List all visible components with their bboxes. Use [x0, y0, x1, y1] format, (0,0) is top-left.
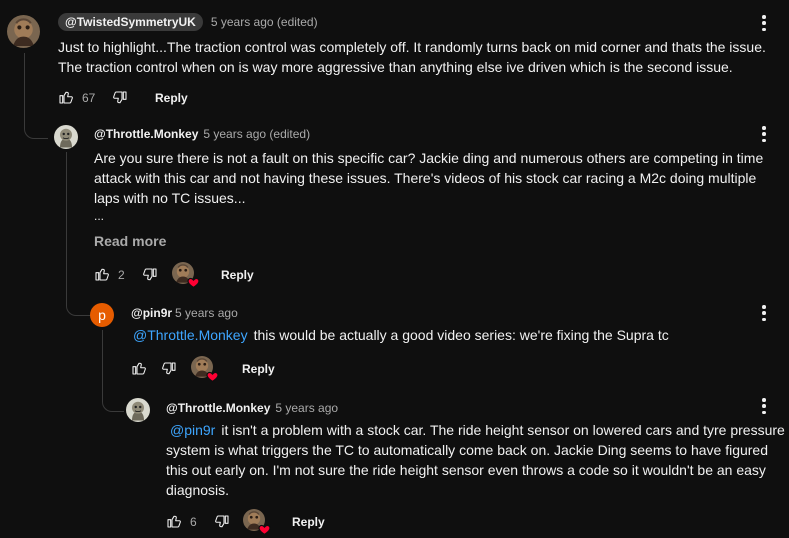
thread-line-deep [102, 330, 124, 412]
more-vert-icon [762, 398, 766, 402]
comment-line: The traction control when on is way more… [58, 59, 733, 75]
thumb-down-icon [161, 361, 177, 377]
reply-button[interactable]: Reply [155, 91, 188, 105]
comment-line: this would be actually a good video seri… [253, 327, 669, 343]
thumb-down-icon [142, 267, 158, 283]
comment-line: it isn't a problem with a stock car. The… [221, 422, 785, 438]
creator-heart-badge [191, 356, 215, 380]
like-button[interactable] [58, 89, 74, 105]
thread-line-nested [66, 152, 92, 316]
comment-line: system is what triggers the TC to automa… [166, 442, 769, 458]
creator-heart-badge [172, 262, 196, 286]
reply-button[interactable]: Reply [292, 515, 325, 529]
timestamp[interactable]: 5 years ago [275, 401, 338, 415]
dislike-button[interactable] [142, 267, 158, 283]
thumb-down-icon [214, 514, 230, 530]
thumb-up-icon [131, 360, 147, 376]
comment-line: attack with this car and not having thes… [94, 170, 757, 186]
comment-text: @Throttle.Monkey this would be actually a… [133, 325, 783, 345]
author-handle[interactable]: @Throttle.Monkey [94, 127, 198, 141]
author-handle[interactable]: @pin9r [131, 306, 172, 320]
like-button[interactable] [131, 360, 147, 376]
thumb-down-icon [112, 90, 128, 106]
thread-line-main [24, 53, 48, 139]
comment-line: this out early on. I'm not sure the ride… [166, 462, 766, 478]
like-button[interactable] [94, 266, 110, 282]
comment-line: laps with no TC issues... [94, 190, 246, 206]
author-handle[interactable]: @TwistedSymmetryUK [58, 13, 203, 31]
more-options-button[interactable] [757, 396, 771, 416]
heart-icon [258, 523, 271, 536]
dislike-button[interactable] [112, 90, 128, 106]
comment-line: diagnosis. [166, 482, 230, 498]
comment-header: @pin9r 5 years ago [131, 306, 238, 320]
like-count: 6 [190, 515, 197, 529]
comment-text: @pin9r it isn't a problem with a stock ca… [166, 420, 786, 500]
avatar[interactable]: p [90, 303, 114, 327]
more-options-button[interactable] [757, 303, 771, 323]
read-more-button[interactable]: Read more [94, 233, 166, 249]
timestamp[interactable]: 5 years ago (edited) [203, 127, 310, 141]
avatar-image [7, 15, 40, 48]
avatar[interactable] [54, 125, 78, 149]
like-button[interactable] [166, 513, 182, 529]
timestamp[interactable]: 5 years ago [175, 306, 238, 320]
mention-link[interactable]: @pin9r [170, 422, 215, 438]
more-vert-icon [762, 305, 766, 309]
more-vert-icon [762, 15, 766, 19]
thumb-up-icon [94, 266, 110, 282]
comment-header: @Throttle.Monkey 5 years ago (edited) [94, 127, 310, 141]
comment-line: Are you sure there is not a fault on thi… [94, 150, 764, 166]
more-options-button[interactable] [757, 13, 771, 33]
like-count: 67 [82, 91, 96, 105]
heart-icon [206, 370, 219, 383]
dislike-button[interactable] [214, 514, 230, 530]
more-options-button[interactable] [757, 124, 771, 144]
author-handle[interactable]: @Throttle.Monkey [166, 401, 270, 415]
truncation-ellipsis: ... [94, 209, 105, 223]
reply-button[interactable]: Reply [221, 268, 254, 282]
comment-header: @TwistedSymmetryUK 5 years ago (edited) [58, 13, 318, 31]
avatar-image [54, 125, 78, 149]
like-count: 2 [118, 268, 125, 282]
avatar-image [126, 398, 150, 422]
timestamp[interactable]: 5 years ago (edited) [211, 15, 318, 29]
comment-text: Are you sure there is not a fault on thi… [94, 148, 786, 208]
avatar[interactable] [126, 398, 150, 422]
dislike-button[interactable] [161, 361, 177, 377]
more-vert-icon [762, 126, 766, 130]
comment-text: Just to highlight...The traction control… [58, 37, 786, 77]
reply-button[interactable]: Reply [242, 362, 275, 376]
avatar[interactable] [7, 15, 40, 48]
mention-link[interactable]: @Throttle.Monkey [133, 327, 248, 343]
thumb-up-icon [166, 513, 182, 529]
heart-icon [187, 276, 200, 289]
comment-line: Just to highlight...The traction control… [58, 39, 766, 55]
thumb-up-icon [58, 89, 74, 105]
creator-heart-badge [243, 509, 267, 533]
comment-header: @Throttle.Monkey 5 years ago [166, 401, 338, 415]
